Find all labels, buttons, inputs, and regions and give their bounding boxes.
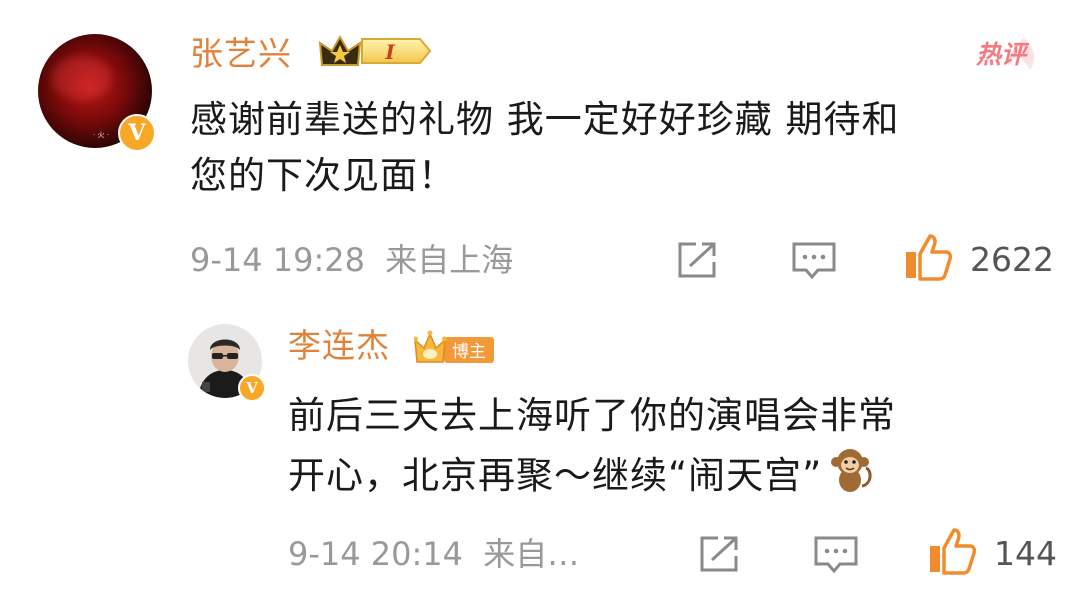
level-label: I — [384, 40, 395, 64]
like-count: 144 — [994, 534, 1057, 573]
avatar[interactable]: · 火 · V — [38, 34, 156, 152]
like-count: 2622 — [970, 240, 1054, 279]
thumbs-up-icon[interactable] — [902, 232, 954, 282]
crown-icon[interactable]: I — [316, 31, 434, 71]
comment-meta: 9-14 19:28 来自上海 — [190, 238, 513, 282]
avatar-caption: · 火 · — [93, 131, 109, 139]
location: 来自… — [483, 535, 580, 573]
reply-text-line-with-emoji: 开心，北京再聚～继续“闹天宫” — [288, 446, 1048, 506]
comment-icon[interactable] — [790, 240, 838, 280]
share-icon[interactable] — [698, 534, 742, 574]
author-name[interactable]: 李连杰 — [288, 326, 390, 366]
verified-icon: V — [118, 114, 156, 152]
comment-text-line: 您的下次见面！ — [190, 154, 456, 197]
hot-label: 热评 — [976, 40, 1027, 69]
monkey-emoji-icon — [831, 449, 872, 492]
comment-text-line: 感谢前辈送的礼物 我一定好好珍藏 期待和 — [190, 98, 900, 141]
blogger-badge: 博主 — [414, 330, 494, 363]
reply-text: 前后三天去上海听了你的演唱会非常 开心，北京再聚～继续“闹天宫” — [288, 386, 1048, 506]
location: 来自上海 — [385, 241, 514, 279]
weibo-comment-thread: · 火 · V 张艺兴 I 热评 感谢前辈送的礼物 我一定好好珍藏 期待和 您的… — [0, 0, 1080, 592]
reply-meta: 9-14 20:14 来自… — [288, 532, 579, 576]
crown-icon — [414, 330, 447, 363]
timestamp: 9-14 20:14 — [288, 535, 464, 573]
share-icon[interactable] — [676, 240, 720, 280]
author-name[interactable]: 张艺兴 — [190, 34, 292, 74]
comment-icon[interactable] — [812, 534, 860, 574]
avatar-highlight — [52, 56, 112, 100]
hot-comment-icon: 热评 — [968, 36, 1040, 74]
reply-text-line: 前后三天去上海听了你的演唱会非常 — [288, 394, 896, 437]
avatar[interactable]: V — [188, 324, 266, 402]
verified-icon: V — [238, 374, 266, 402]
main-comment: · 火 · V 张艺兴 I 热评 感谢前辈送的礼物 我一定好好珍藏 期待和 您的… — [0, 0, 1080, 300]
blogger-label: 博主 — [452, 342, 486, 362]
comment-text: 感谢前辈送的礼物 我一定好好珍藏 期待和 您的下次见面！ — [190, 92, 1050, 204]
timestamp: 9-14 19:28 — [190, 241, 366, 279]
reply-text-line: 开心，北京再聚～继续“闹天宫” — [288, 454, 823, 497]
thumbs-up-icon[interactable] — [926, 526, 978, 576]
